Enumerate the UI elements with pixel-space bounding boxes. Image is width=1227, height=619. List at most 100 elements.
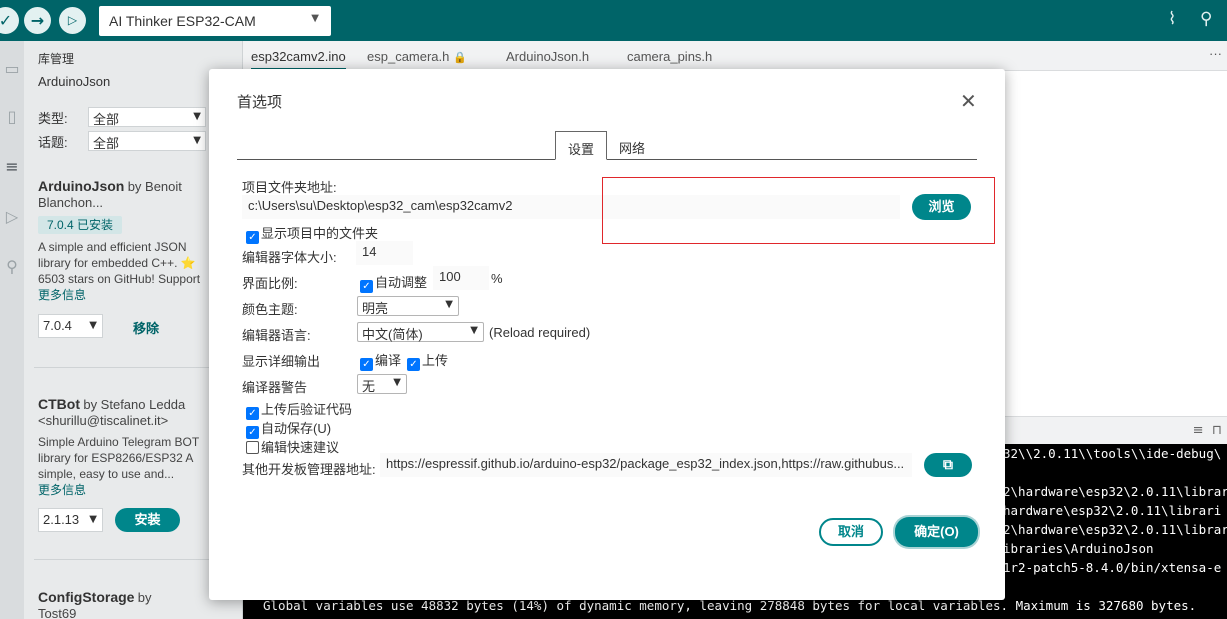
reload-note: (Reload required): [489, 325, 591, 340]
type-filter-value: 全部: [93, 112, 120, 127]
topic-filter-label: 话题:: [38, 135, 68, 150]
lock-scroll-icon[interactable]: ⊓: [1212, 423, 1222, 438]
library-description: Simple Arduino Telegram BOT library for …: [38, 434, 210, 482]
auto-save-checkbox[interactable]: ✓ 自动保存(U): [246, 418, 331, 439]
board-selector-label: AI Thinker ESP32-CAM: [109, 13, 256, 29]
type-filter-select[interactable]: 全部 ▼: [88, 107, 206, 127]
upload-icon[interactable]: →: [24, 7, 51, 34]
chevron-down-icon: ▼: [193, 135, 201, 146]
board-selector[interactable]: AI Thinker ESP32-CAM ▼: [99, 6, 331, 36]
library-item-configstorage: ConfigStorage by Tost69: [38, 589, 210, 619]
serial-monitor-icon[interactable]: ⚲: [1200, 9, 1212, 29]
tab-camera-pins[interactable]: camera_pins.h: [627, 49, 712, 64]
scale-input[interactable]: 100: [433, 266, 489, 290]
more-info-link[interactable]: 更多信息: [38, 482, 210, 498]
version-select[interactable]: 2.1.13 ▼: [38, 508, 103, 532]
library-name: CTBot: [38, 396, 80, 412]
tab-esp-camera[interactable]: esp_camera.h 🔒: [367, 49, 467, 64]
library-author-cont: Tost69: [38, 606, 77, 619]
chevron-down-icon: ▼: [311, 13, 319, 24]
console-line: 2\hardware\esp32\2.0.11\librar: [1003, 522, 1227, 537]
checkbox-label: 自动调整: [375, 275, 428, 290]
library-author: by: [137, 590, 152, 605]
dialog-title: 首选项: [237, 94, 283, 111]
sketchbook-icon[interactable]: ▭: [0, 59, 24, 78]
theme-select[interactable]: 明亮 ▼: [357, 296, 459, 316]
language-value: 中文(简体): [362, 327, 423, 342]
topic-filter-value: 全部: [93, 136, 120, 151]
language-select[interactable]: 中文(简体) ▼: [357, 322, 484, 342]
divider: [34, 559, 220, 560]
board-urls-input[interactable]: https://espressif.github.io/arduino-esp3…: [380, 453, 912, 477]
sketchbook-label: 项目文件夹地址:: [242, 180, 337, 195]
type-filter-label: 类型:: [38, 111, 68, 126]
open-window-icon[interactable]: ⧉: [924, 453, 972, 477]
library-manager-icon[interactable]: ≡: [0, 157, 24, 176]
boards-manager-icon[interactable]: ▯: [0, 107, 24, 126]
checkbox-label: 显示项目中的文件夹: [261, 226, 379, 241]
desc-line: library for embedded C++. ⭐: [38, 256, 196, 270]
warnings-value: 无: [362, 379, 376, 394]
verbose-upload-checkbox[interactable]: ✓ 上传: [407, 350, 448, 371]
memory-usage-line: Global variables use 48832 bytes (14%) o…: [263, 598, 1197, 613]
desc-line: library for ESP8266/ESP32 A: [38, 451, 194, 465]
preferences-dialog: 首选项 ✕ 设置 网络 项目文件夹地址: c:\Users\su\Desktop…: [209, 69, 1005, 600]
version-value: 2.1.13: [43, 512, 80, 527]
chevron-down-icon: ▼: [445, 299, 453, 310]
language-label: 编辑器语言:: [242, 328, 311, 343]
warnings-select[interactable]: 无 ▼: [357, 374, 407, 394]
installed-badge: 7.0.4 已安装: [38, 216, 123, 234]
version-select[interactable]: 7.0.4 ▼: [38, 314, 103, 338]
cancel-button[interactable]: 取消: [819, 518, 883, 546]
auto-scale-checkbox[interactable]: ✓ 自动调整: [360, 272, 427, 293]
library-name: ArduinoJson: [38, 178, 125, 194]
more-tabs-icon[interactable]: ···: [1209, 46, 1222, 61]
library-search-input[interactable]: ArduinoJson: [38, 74, 110, 89]
quick-suggestions-checkbox[interactable]: 编辑快速建议: [246, 437, 339, 456]
checkbox-unchecked-icon: [246, 441, 259, 454]
checkbox-checked-icon: ✓: [407, 358, 420, 371]
checkbox-label: 编辑快速建议: [261, 440, 340, 455]
verbose-label: 显示详细输出: [242, 354, 321, 369]
tab-esp32camv2[interactable]: esp32camv2.ino: [251, 49, 346, 70]
remove-button[interactable]: 移除: [133, 318, 159, 337]
chevron-down-icon: ▼: [470, 325, 478, 336]
annotation-highlight-box: [602, 177, 995, 244]
tab-settings[interactable]: 设置: [555, 131, 608, 160]
desc-line: A simple and efficient JSON: [38, 240, 187, 254]
desc-line: 6503 stars on GitHub! Support: [38, 272, 201, 286]
close-icon[interactable]: ✕: [960, 89, 977, 113]
library-author: by Stefano Ledda: [83, 397, 186, 412]
ok-button[interactable]: 确定(O): [895, 517, 978, 547]
verify-after-upload-checkbox[interactable]: ✓ 上传后验证代码: [246, 399, 352, 420]
debug-panel-icon[interactable]: ▷: [0, 207, 24, 226]
scale-label: 界面比例:: [242, 276, 298, 291]
checkbox-checked-icon: ✓: [246, 231, 259, 244]
clear-output-icon[interactable]: ≡: [1193, 423, 1204, 438]
checkbox-label: 上传: [422, 353, 449, 368]
topic-filter-select[interactable]: 全部 ▼: [88, 131, 206, 151]
checkbox-checked-icon: ✓: [360, 358, 373, 371]
library-item-ctbot: CTBot by Stefano Ledda <shurillu@tiscali…: [38, 396, 210, 498]
checkbox-label: 自动保存(U): [261, 421, 332, 436]
tab-network[interactable]: 网络: [607, 131, 657, 160]
install-button[interactable]: 安装: [115, 508, 180, 532]
activity-bar: ▭ ▯ ≡ ▷ ⚲: [0, 41, 24, 619]
desc-line: simple, easy to use and...: [38, 467, 175, 481]
more-info-link[interactable]: 更多信息: [38, 287, 210, 303]
theme-label: 颜色主题:: [242, 302, 298, 317]
console-line: 1r2-patch5-8.4.0/bin/xtensa-e: [1003, 560, 1222, 575]
font-size-input[interactable]: 14: [356, 241, 413, 265]
verbose-compile-checkbox[interactable]: ✓ 编译: [360, 350, 401, 371]
desc-line: Simple Arduino Telegram BOT: [38, 435, 200, 449]
library-author-cont: Blanchon...: [38, 195, 104, 210]
verify-icon[interactable]: ✓: [0, 7, 19, 34]
output-controls: ≡ ⊓: [1193, 423, 1222, 438]
serial-plotter-icon[interactable]: ⌇: [1168, 9, 1176, 29]
debug-icon[interactable]: ▷: [59, 7, 86, 34]
divider: [34, 367, 220, 368]
tab-arduinojson[interactable]: ArduinoJson.h: [506, 49, 589, 64]
search-icon[interactable]: ⚲: [0, 257, 24, 276]
library-author-cont: <shurillu@tiscalinet.it>: [38, 413, 169, 428]
version-value: 7.0.4: [43, 318, 72, 333]
